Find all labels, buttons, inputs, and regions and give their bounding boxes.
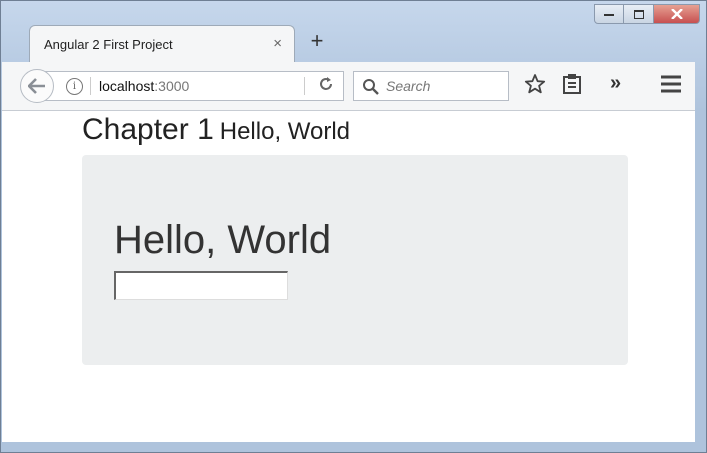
back-button[interactable] [20,69,54,103]
navigation-toolbar: i localhost:3000 Search » [2,62,695,111]
hamburger-menu-icon[interactable] [660,75,682,98]
info-icon[interactable]: i [66,78,83,95]
tab-close-icon[interactable]: × [273,35,282,52]
reload-separator [304,77,305,95]
page-title: Chapter 1 Hello, World [82,113,350,147]
jumbotron: Hello, World [82,155,628,365]
close-icon [670,9,683,19]
url-text[interactable]: localhost:3000 [99,78,189,94]
maximize-button[interactable] [624,4,654,24]
window-close-button[interactable] [654,4,700,24]
name-input[interactable] [114,271,288,300]
minimize-button[interactable] [594,4,624,24]
url-bar[interactable]: i localhost:3000 [44,71,344,101]
star-icon[interactable] [524,73,546,100]
url-separator [90,77,91,95]
search-icon [362,78,379,100]
back-arrow-icon [28,78,45,94]
url-host: localhost [99,78,155,94]
window-controls [594,4,700,24]
reload-icon[interactable] [318,76,334,97]
search-bar[interactable]: Search [353,71,509,101]
tab-angular-project[interactable]: Angular 2 First Project × [29,25,295,63]
tab-title: Angular 2 First Project [44,37,173,52]
maximize-icon [633,9,644,19]
browser-window: Angular 2 First Project × + i localhost:… [0,0,707,453]
chapter-heading: Chapter 1 [82,113,214,146]
greeting-text: Hello, World [114,218,332,262]
search-placeholder: Search [386,78,431,94]
url-port: :3000 [154,78,190,94]
page-content: Chapter 1 Hello, World Hello, World [2,111,695,442]
new-tab-button[interactable]: + [306,30,328,52]
chevron-double-right-icon[interactable]: » [610,72,621,95]
clipboard-icon[interactable] [562,73,582,100]
minimize-icon [604,14,614,16]
chapter-subheading: Hello, World [219,118,351,145]
